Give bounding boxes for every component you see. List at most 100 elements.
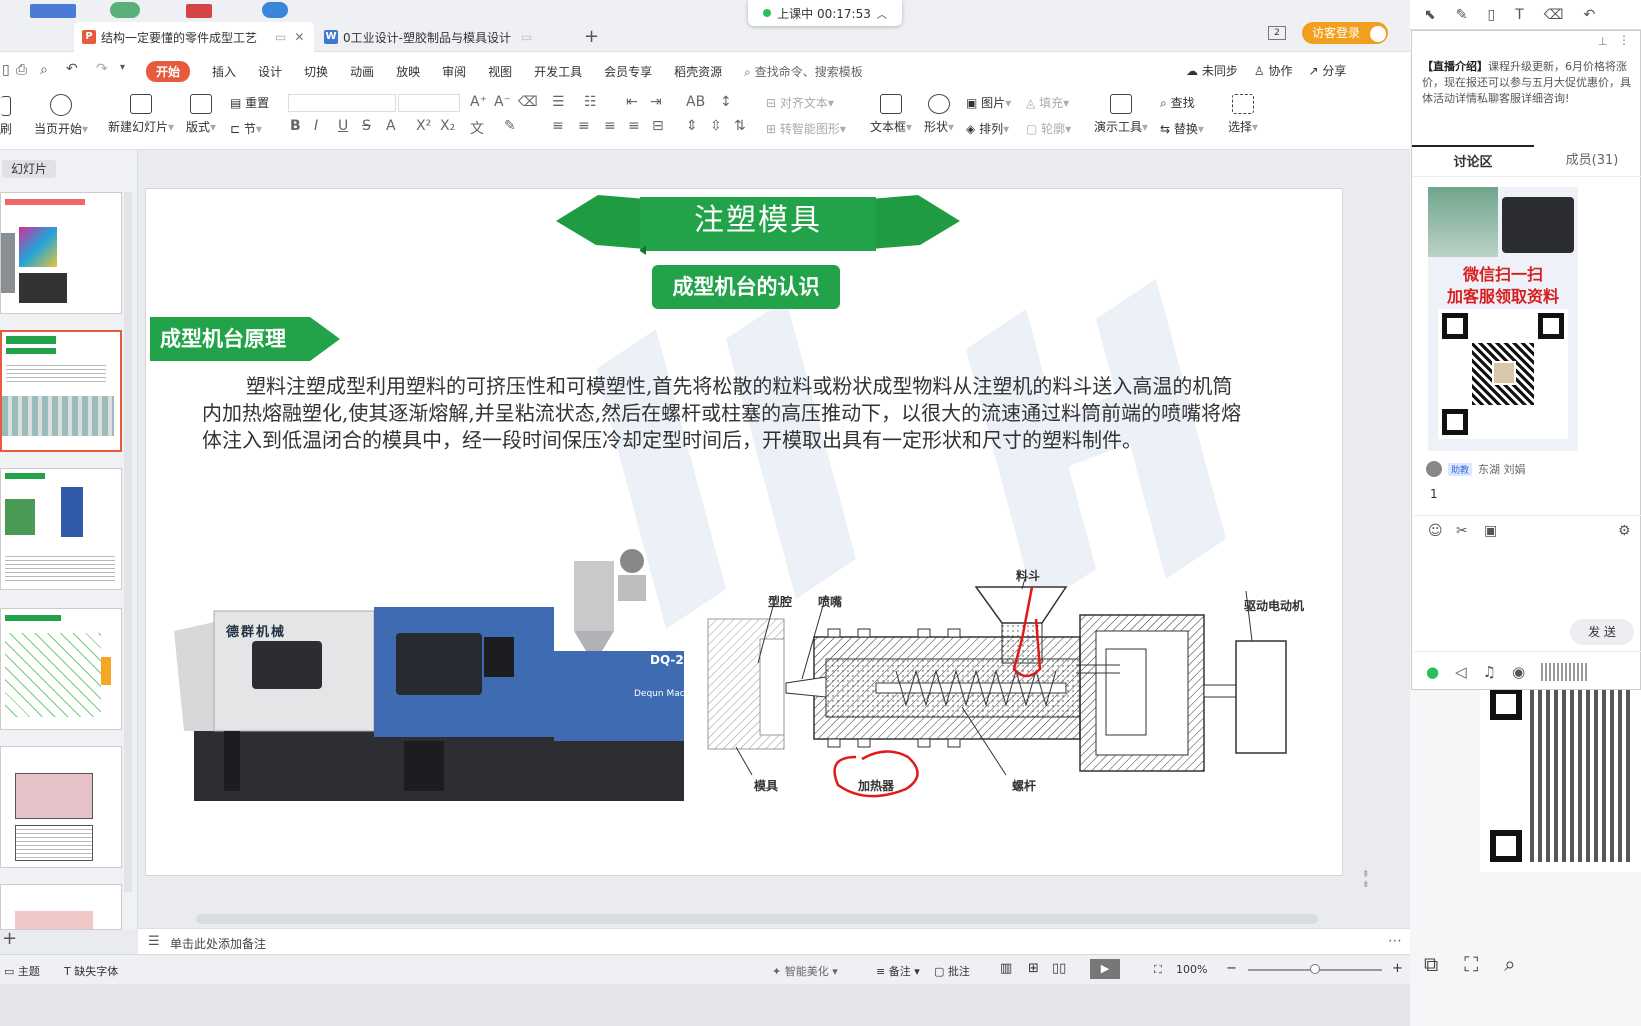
slides-tab[interactable]: 幻灯片	[2, 160, 56, 178]
redo-icon[interactable]: ↷	[96, 61, 108, 77]
slide-thumbnail[interactable]	[0, 192, 122, 314]
share-button[interactable]: ↗ 分享	[1308, 62, 1346, 79]
replace-button[interactable]: ⇆ 替换▾	[1160, 120, 1204, 137]
new-tab-button[interactable]: +	[584, 26, 599, 47]
scissors-icon[interactable]: ✂	[1456, 523, 1468, 539]
normal-view-icon[interactable]: ▥	[1000, 961, 1012, 976]
zoom-slider-thumb[interactable]	[1310, 964, 1320, 974]
zoom-fit-icon[interactable]: ⛶	[1154, 963, 1162, 977]
menu-view[interactable]: 视图	[488, 63, 512, 80]
page-count-icon[interactable]: 2	[1268, 26, 1286, 40]
columns-icon[interactable]: ⇳	[710, 118, 722, 134]
slide-thumbnail[interactable]	[0, 608, 122, 730]
monitor-icon[interactable]: ▭	[521, 30, 532, 44]
highlight-icon[interactable]: ✎	[504, 118, 516, 134]
taskbar-app-icon[interactable]	[30, 4, 76, 18]
smart-beautify-button[interactable]: ✦ 智能美化 ▾	[772, 963, 838, 979]
decrease-indent-icon[interactable]: ⇤	[626, 94, 638, 110]
pen-icon[interactable]: ✎	[1456, 7, 1468, 23]
theme-button[interactable]: ▭ 主题	[4, 963, 40, 979]
taskbar-app-icon[interactable]	[186, 4, 212, 18]
font-size-select[interactable]	[398, 94, 460, 112]
paragraph-spacing-icon[interactable]: ⇕	[686, 118, 698, 134]
increase-font-icon[interactable]: A⁺	[470, 94, 487, 110]
menu-slideshow[interactable]: 放映	[396, 63, 420, 80]
reset-button[interactable]: ▤ 重置	[230, 94, 269, 111]
command-search[interactable]: ⌕ 查找命令、搜索模板	[744, 63, 863, 80]
file-icon[interactable]: ▯	[2, 62, 10, 78]
presentation-tool-button[interactable]: 演示工具▾	[1094, 94, 1148, 135]
preview-icon[interactable]: ⌕	[40, 62, 48, 78]
pin-icon[interactable]: ⊥	[1598, 35, 1608, 48]
menu-insert[interactable]: 插入	[212, 63, 236, 80]
tab-members[interactable]: 成员(31)	[1542, 145, 1641, 177]
underline-icon[interactable]: U	[338, 118, 348, 134]
zoom-out-icon[interactable]: −	[1226, 961, 1237, 976]
picture-button[interactable]: ▣ 图片▾	[966, 94, 1011, 111]
close-icon[interactable]: ✕	[294, 30, 304, 44]
music-icon[interactable]: ♫	[1483, 663, 1496, 681]
collaborate-button[interactable]: ♙ 协作	[1254, 62, 1293, 79]
align-center-icon[interactable]: ≡	[578, 118, 590, 134]
slide-sorter-icon[interactable]: ⊞	[1028, 961, 1039, 976]
menu-membership[interactable]: 会员专享	[604, 63, 652, 80]
menu-design[interactable]: 设计	[258, 63, 282, 80]
strikethrough-icon[interactable]: S	[362, 118, 371, 134]
print-icon[interactable]: ⎙	[16, 62, 27, 78]
align-text-button[interactable]: ⊟ 对齐文本▾	[766, 94, 834, 111]
eraser-icon[interactable]: ⌫	[1544, 7, 1564, 23]
camera-icon[interactable]: ◉	[1512, 663, 1525, 681]
format-painter-button[interactable]: 刷	[0, 96, 12, 137]
slide-thumbnail[interactable]	[0, 468, 122, 590]
notes-toggle-button[interactable]: ≡ 备注 ▾	[876, 963, 920, 979]
play-from-current-button[interactable]: 当页开始▾	[34, 94, 88, 137]
increase-indent-icon[interactable]: ⇥	[650, 94, 662, 110]
sync-button[interactable]: ☁ 未同步	[1186, 62, 1238, 79]
shape-button[interactable]: 形状▾	[924, 94, 954, 135]
slide[interactable]: 注塑模具 成型机台的认识 成型机台原理 塑料注塑成型利用塑料的可挤压性和可模塑性…	[145, 188, 1343, 876]
chevron-down-icon[interactable]: ▾	[120, 62, 125, 73]
notes-bar[interactable]: ☰ 单击此处添加备注 ⋯	[138, 928, 1410, 954]
taskbar-app-icon[interactable]	[262, 2, 288, 18]
select-button[interactable]: 选择▾	[1228, 94, 1258, 135]
taskbar-app-icon[interactable]	[110, 2, 140, 18]
justify-icon[interactable]: ≡	[628, 118, 640, 134]
horizontal-scrollbar[interactable]	[196, 914, 1318, 924]
arrange-button[interactable]: ◈ 排列▾	[966, 120, 1009, 137]
undo-icon[interactable]: ↶	[66, 61, 78, 77]
slide-thumbnail-selected[interactable]	[0, 330, 122, 452]
thumbnail-scrollbar[interactable]	[124, 192, 132, 892]
undo-icon[interactable]: ↶	[1584, 7, 1596, 23]
settings-icon[interactable]: ⚙	[1618, 523, 1631, 539]
more-vertical-icon[interactable]: ⋮	[1618, 33, 1630, 47]
bullet-list-icon[interactable]: ☰	[552, 94, 565, 110]
subscript-icon[interactable]: X₂	[440, 118, 455, 134]
image-icon[interactable]: ▣	[1484, 523, 1497, 539]
layout-button[interactable]: 版式▾	[186, 94, 216, 135]
smart-shape-button[interactable]: ⊞ 转智能图形▾	[766, 120, 846, 137]
microphone-icon[interactable]: ●	[1426, 663, 1439, 681]
phonetic-icon[interactable]: 文	[470, 118, 484, 138]
fill-button[interactable]: ◬ 填充▾	[1026, 94, 1069, 111]
text-spacing-icon[interactable]: ⇅	[734, 118, 746, 134]
live-status-badge[interactable]: 上课中 00:17:53 ︿	[748, 0, 902, 26]
slide-thumbnail[interactable]	[0, 884, 122, 930]
line-spacing-icon[interactable]: ↕	[720, 94, 732, 110]
decrease-font-icon[interactable]: A⁻	[494, 94, 511, 110]
slide-thumbnail[interactable]	[0, 746, 122, 868]
add-slide-button[interactable]: +	[2, 928, 17, 949]
text-direction-icon[interactable]: AB	[686, 94, 705, 110]
guest-login-button[interactable]: 访客登录	[1302, 22, 1388, 44]
menu-animation[interactable]: 动画	[350, 63, 374, 80]
scroll-arrows-icon[interactable]: ⇞ ⇟	[1362, 870, 1372, 910]
tab-discussion[interactable]: 讨论区	[1412, 145, 1534, 177]
more-icon[interactable]: ⋯	[1388, 933, 1402, 949]
zoom-in-icon[interactable]: +	[1392, 961, 1403, 976]
emoji-icon[interactable]: ☺	[1428, 523, 1443, 539]
monitor-icon[interactable]: ▭	[275, 30, 286, 44]
new-slide-button[interactable]: 新建幻灯片▾	[108, 94, 174, 135]
zoom-level[interactable]: 100%	[1176, 963, 1207, 976]
menu-home[interactable]: 开始	[146, 61, 191, 82]
outline-button[interactable]: ▢ 轮廓▾	[1026, 120, 1071, 137]
find-button[interactable]: ⌕ 查找	[1160, 94, 1195, 111]
